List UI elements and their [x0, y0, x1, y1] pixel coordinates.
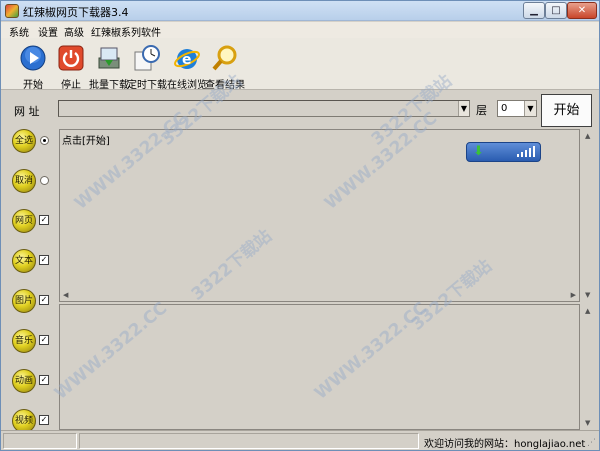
music-checkbox[interactable]: ✓ [39, 335, 49, 345]
scroll-right-icon[interactable]: ▶ [571, 291, 576, 299]
menu-advanced[interactable]: 高级 [64, 24, 84, 39]
layer-dropdown-arrow-icon[interactable]: ▼ [524, 101, 536, 116]
filter-options: 全选 取消 网页 ✓ 文本 ✓ 图片 ✓ 音乐 ✓ 动画 ✓ 视频 ✓ [1, 127, 57, 437]
layer-select[interactable]: 0 ▼ [497, 100, 537, 117]
url-dropdown-arrow-icon[interactable]: ▼ [458, 101, 469, 116]
minimize-icon: ▁ [530, 5, 538, 16]
menu-bar: 系统 设置 高级 红辣椒系列软件 [1, 22, 599, 39]
clock-icon [134, 45, 160, 71]
log-text: 点击[开始] [62, 136, 110, 147]
menu-system[interactable]: 系统 [9, 24, 29, 39]
status-welcome: 欢迎访问我的网站：honglajiao.net [424, 439, 586, 450]
menu-series[interactable]: 红辣椒系列软件 [91, 24, 161, 39]
video-checkbox[interactable]: ✓ [39, 415, 49, 425]
ie-browser-icon: e [174, 49, 200, 69]
window-title: 红辣椒网页下载器3.4 [23, 6, 129, 19]
status-bar: 欢迎访问我的网站：honglajiao.net ⋰ [1, 430, 599, 450]
title-bar[interactable]: 红辣椒网页下载器3.4 ▁ □ ✕ [1, 1, 599, 21]
option-music[interactable]: 音乐 ✓ [12, 329, 58, 355]
animation-checkbox[interactable]: ✓ [39, 375, 49, 385]
log-horizontal-scrollbar[interactable]: ◀ ▶ [60, 291, 579, 301]
option-ball[interactable]: 文本 [12, 249, 36, 273]
option-ball[interactable]: 取消 [12, 169, 36, 193]
scroll-up-icon[interactable]: ▲ [585, 132, 590, 140]
batch-download-icon [98, 47, 120, 69]
status-panel [3, 433, 77, 449]
log-vertical-scrollbar[interactable]: ▲ ▼ [581, 129, 597, 302]
start-button[interactable]: 开始 [541, 94, 592, 127]
maximize-button[interactable]: □ [545, 2, 567, 19]
play-icon [20, 45, 46, 71]
webpage-checkbox[interactable]: ✓ [39, 215, 49, 225]
signal-bar [529, 148, 531, 157]
minimize-button[interactable]: ▁ [523, 2, 545, 19]
url-input[interactable] [58, 100, 470, 117]
option-select-all[interactable]: 全选 [12, 129, 58, 155]
close-button[interactable]: ✕ [567, 2, 597, 19]
view-results-button[interactable]: 查看结果 [203, 40, 247, 91]
status-panel [79, 433, 419, 449]
close-icon: ✕ [577, 5, 587, 16]
url-row: 网 址 ▼ 层 0 ▼ 开始 [1, 91, 599, 127]
view-results-label: 查看结果 [205, 80, 245, 91]
power-icon [58, 45, 84, 71]
option-webpage[interactable]: 网页 ✓ [12, 209, 58, 235]
select-all-radio[interactable] [40, 136, 49, 145]
svg-text:e: e [182, 52, 192, 68]
detail-vertical-scrollbar[interactable]: ▲ ▼ [581, 304, 597, 430]
signal-bar [525, 150, 527, 157]
detail-pane[interactable] [59, 304, 580, 430]
cancel-radio[interactable] [40, 176, 49, 185]
log-pane[interactable]: 点击[开始] ⬇ ◀ ▶ [59, 129, 580, 302]
signal-bar [533, 146, 535, 157]
layer-label: 层 [476, 104, 487, 117]
signal-bar [517, 154, 519, 157]
option-cancel[interactable]: 取消 [12, 169, 58, 195]
option-image[interactable]: 图片 ✓ [12, 289, 58, 315]
resize-grip-icon[interactable]: ⋰ [587, 438, 596, 448]
option-ball[interactable]: 全选 [12, 129, 36, 153]
scroll-down-icon[interactable]: ▼ [585, 419, 590, 427]
app-window: 红辣椒网页下载器3.4 ▁ □ ✕ 系统 设置 高级 红辣椒系列软件 开始 停止… [0, 0, 600, 451]
scroll-up-icon[interactable]: ▲ [585, 307, 590, 315]
menu-settings[interactable]: 设置 [38, 24, 58, 39]
option-ball[interactable]: 网页 [12, 209, 36, 233]
scroll-left-icon[interactable]: ◀ [63, 291, 68, 299]
url-label: 网 址 [14, 105, 40, 118]
option-ball[interactable]: 音乐 [12, 329, 36, 353]
scroll-down-icon[interactable]: ▼ [585, 291, 590, 299]
app-icon [5, 4, 19, 18]
option-ball[interactable]: 图片 [12, 289, 36, 313]
option-ball[interactable]: 动画 [12, 369, 36, 393]
maximize-icon: □ [551, 5, 561, 16]
option-text[interactable]: 文本 ✓ [12, 249, 58, 275]
layer-value: 0 [501, 103, 508, 114]
option-animation[interactable]: 动画 ✓ [12, 369, 58, 395]
toolbar: 开始 停止 批量下载 定时下载 e 在线浏览 查看结果 [1, 38, 599, 91]
magnifier-icon [212, 45, 237, 71]
text-checkbox[interactable]: ✓ [39, 255, 49, 265]
speed-indicator: ⬇ [466, 142, 541, 162]
image-checkbox[interactable]: ✓ [39, 295, 49, 305]
download-arrow-icon: ⬇ [473, 144, 484, 159]
signal-bar [521, 152, 523, 157]
